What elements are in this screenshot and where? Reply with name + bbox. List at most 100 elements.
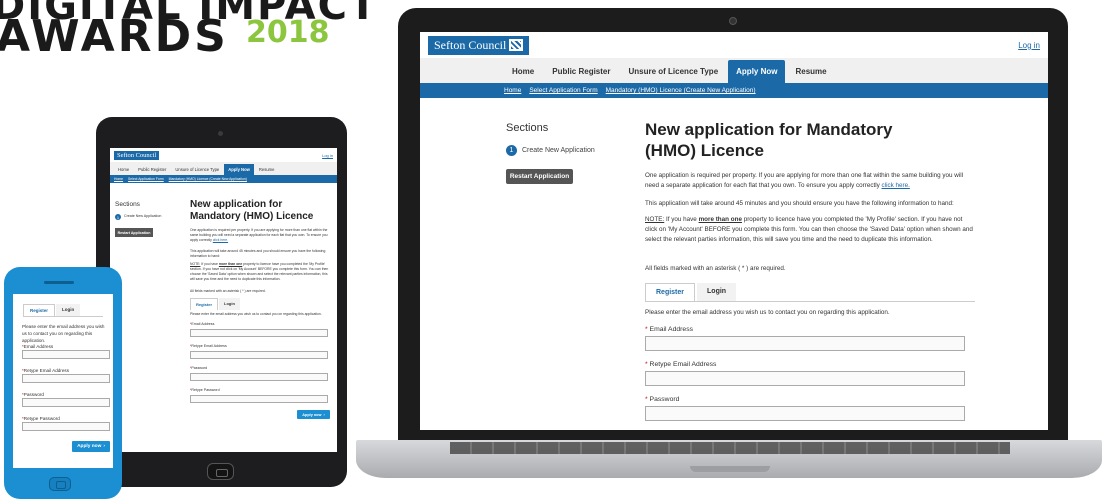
login-link[interactable]: Log in	[1018, 41, 1040, 50]
tablet-apply-now-button[interactable]: Apply now ›	[297, 410, 330, 419]
phone-password-label: *Password	[22, 392, 44, 397]
phone-retype-password-label-text: Retype Password	[23, 416, 60, 421]
tablet-main-nav: Home Public Register Unsure of Licence T…	[110, 162, 337, 175]
email-label: * Email Address	[645, 326, 693, 333]
site-header: Sefton Council Log in	[420, 32, 1048, 58]
tablet-intro-paragraph: One application is required per property…	[190, 228, 330, 243]
note-text-a: If you have	[664, 216, 699, 223]
breadcrumb: Home Select Application Form Mandatory (…	[420, 83, 1048, 98]
tab-login[interactable]: Login	[697, 283, 737, 301]
tablet-step-number-badge: 1	[115, 214, 121, 220]
tablet-apply-arrow-icon: ›	[323, 412, 325, 417]
required-mark: *	[645, 361, 648, 368]
tablet-site-logo[interactable]: Sefton Council	[114, 150, 160, 160]
tablet-intro-text: One application is required per property…	[190, 228, 328, 243]
tablet-password-field[interactable]	[190, 373, 328, 381]
main-nav: Home Public Register Unsure of Licence T…	[420, 58, 1048, 83]
retype-email-label: * Retype Email Address	[645, 361, 716, 368]
tablet-nav-resume[interactable]: Resume	[255, 164, 279, 175]
tablet-tab-register[interactable]: Register	[190, 298, 219, 310]
intro-paragraph: One application is required per property…	[645, 171, 975, 191]
crest-icon	[509, 39, 524, 51]
tablet-restart-button[interactable]: Restart Application	[115, 228, 153, 237]
laptop-keyboard	[450, 442, 1010, 454]
phone-password-label-text: Password	[23, 392, 44, 397]
breadcrumb-current[interactable]: Mandatory (HMO) Licence (Create New Appl…	[606, 87, 756, 94]
phone-apply-now-button[interactable]: Apply now ›	[72, 441, 110, 452]
tablet-breadcrumb-select-form[interactable]: Select Application Form	[128, 177, 164, 181]
tablet-retype-email-field[interactable]	[190, 351, 328, 359]
nav-item-apply-now[interactable]: Apply Now	[728, 60, 786, 83]
tablet-tab-login[interactable]: Login	[219, 298, 240, 310]
tablet-breadcrumb-current[interactable]: Mandatory (HMO) Licence (Create New Appl…	[169, 177, 247, 181]
tablet-section-step[interactable]: 1 Create New Application	[115, 214, 161, 220]
tablet-password-label: *Password	[190, 366, 207, 371]
retype-email-field[interactable]	[645, 371, 965, 386]
phone-retype-email-field[interactable]	[22, 374, 110, 383]
phone-speaker	[44, 281, 74, 284]
password-field[interactable]	[645, 406, 965, 421]
auth-tabs: Register Login	[645, 283, 975, 302]
tablet-screen: Sefton Council Log in Home Public Regist…	[110, 148, 337, 452]
award-title-line2: AWARDS	[0, 11, 229, 62]
nav-item-resume[interactable]: Resume	[787, 60, 834, 83]
tablet-apply-now-label: Apply now	[302, 412, 322, 417]
phone-retype-email-label-text: Retype Email Address	[23, 368, 69, 373]
tablet-retype-password-field[interactable]	[190, 395, 328, 403]
tablet-nav-home[interactable]: Home	[114, 164, 133, 175]
nav-item-unsure[interactable]: Unsure of Licence Type	[620, 60, 726, 83]
tablet-login-link[interactable]: Log in	[322, 153, 333, 158]
tablet-nav-unsure[interactable]: Unsure of Licence Type	[171, 164, 223, 175]
nav-item-home[interactable]: Home	[504, 60, 542, 83]
tablet-site-header: Sefton Council Log in	[110, 148, 337, 162]
tablet-retype-email-label: *Retype Email Address	[190, 344, 227, 349]
tablet-breadcrumb: Home Select Application Form Mandatory (…	[110, 175, 337, 183]
phone-retype-password-label: *Retype Password	[22, 416, 60, 421]
tablet-section-step-label: Create New Application	[124, 214, 162, 219]
tablet-retype-password-label-text: Retype Password	[191, 388, 220, 392]
phone-retype-password-field[interactable]	[22, 422, 110, 431]
tablet-nav-apply-now[interactable]: Apply Now	[224, 164, 254, 175]
phone-email-field[interactable]	[22, 350, 110, 359]
phone-home-button[interactable]	[49, 477, 71, 491]
email-field[interactable]	[645, 336, 965, 351]
required-note: All fields marked with an asterisk ( * )…	[645, 265, 786, 272]
tab-register[interactable]: Register	[645, 283, 696, 301]
laptop-screen: Sefton Council Log in Home Public Regist…	[420, 32, 1048, 430]
tablet-contact-instructions: Please enter the email address you wish …	[190, 312, 322, 316]
tablet-note-emphasis: more than one	[218, 262, 243, 266]
retype-email-label-text: Retype Email Address	[649, 361, 717, 368]
breadcrumb-select-form[interactable]: Select Application Form	[529, 87, 597, 94]
tablet-home-button[interactable]	[207, 463, 234, 480]
note-paragraph: NOTE: If you have more than one property…	[645, 215, 975, 244]
phone-tab-register[interactable]: Register	[23, 304, 56, 316]
click-here-link[interactable]: click here.	[882, 182, 910, 189]
phone-screen: Register Login Please enter the email ad…	[13, 294, 113, 468]
intro-text: One application is required per property…	[645, 172, 964, 189]
tablet-camera	[218, 131, 223, 136]
restart-application-button[interactable]: Restart Application	[506, 169, 573, 184]
time-paragraph: This application will take around 45 min…	[645, 200, 954, 207]
breadcrumb-home[interactable]: Home	[504, 87, 521, 94]
tablet-sections-title: Sections	[115, 201, 140, 208]
tablet-email-label: *Email Address	[190, 322, 214, 327]
tablet-click-here-link[interactable]: click here.	[213, 238, 228, 242]
phone-retype-email-label: *Retype Email Address	[22, 368, 69, 373]
tablet-breadcrumb-home[interactable]: Home	[114, 177, 123, 181]
tablet-retype-email-label-text: Retype Email Address	[191, 344, 227, 348]
nav-item-public-register[interactable]: Public Register	[544, 60, 618, 83]
email-label-text: Email Address	[649, 326, 693, 333]
tablet-nav-public-register[interactable]: Public Register	[134, 164, 170, 175]
section-step[interactable]: 1 Create New Application	[506, 145, 595, 156]
tablet-retype-password-label: *Retype Password	[190, 388, 220, 393]
tablet-time-paragraph: This application will take around 45 min…	[190, 249, 326, 259]
site-logo[interactable]: Sefton Council	[428, 35, 530, 55]
award-year: 2018	[246, 15, 330, 50]
tablet-email-field[interactable]	[190, 329, 328, 337]
phone-tab-login[interactable]: Login	[56, 304, 81, 316]
laptop-notch	[690, 466, 770, 472]
tablet-note-text-a: If you have	[200, 262, 219, 266]
section-step-label: Create New Application	[522, 147, 595, 154]
tablet-page-title: New application for Mandatory (HMO) Lice…	[190, 199, 314, 222]
phone-password-field[interactable]	[22, 398, 110, 407]
